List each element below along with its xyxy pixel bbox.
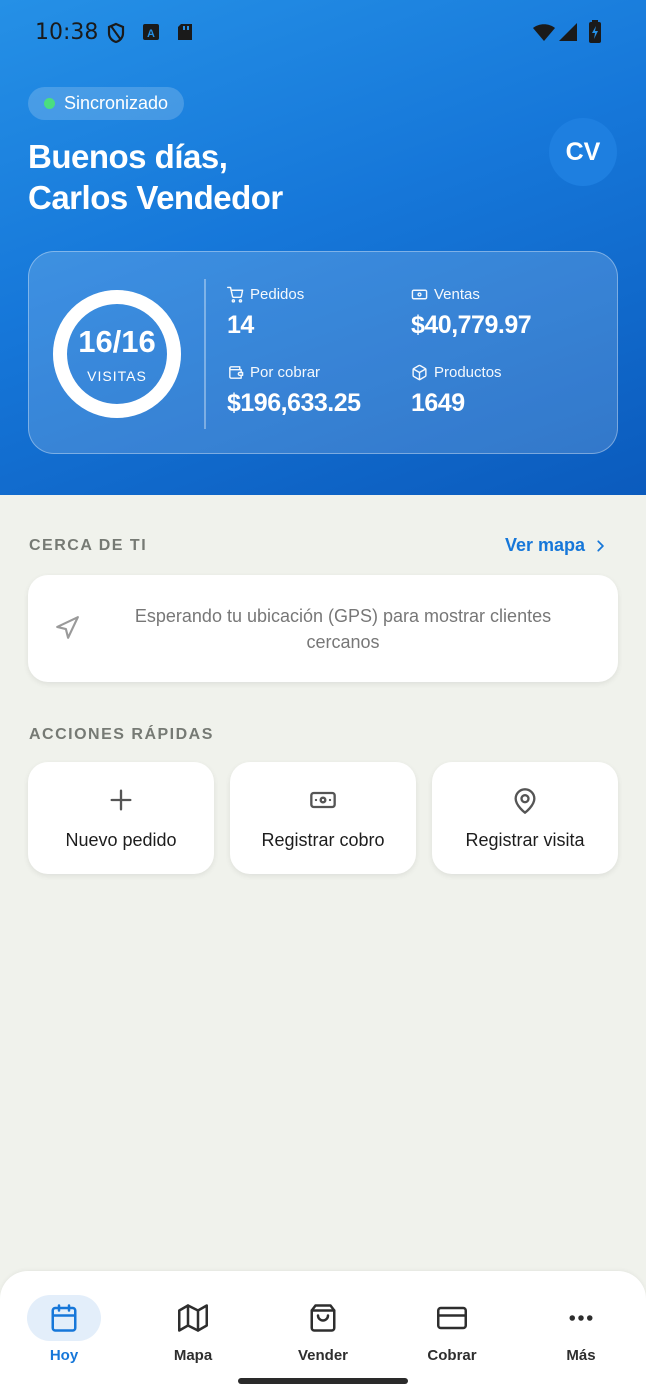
stat-por-cobrar: Por cobrar $196,633.25 — [227, 364, 361, 418]
avatar[interactable]: CV — [549, 118, 617, 186]
cash-icon — [310, 791, 336, 809]
nav-item-cobrar[interactable]: Cobrar — [397, 1295, 507, 1364]
cash-icon — [411, 289, 428, 300]
greeting: Buenos días, Carlos Vendedor — [28, 136, 283, 218]
visits-value: 16/16 — [78, 324, 156, 359]
stats-divider — [204, 279, 206, 429]
app-a-icon: A — [142, 22, 160, 47]
calendar-icon — [51, 1304, 77, 1332]
view-map-label: Ver mapa — [505, 535, 586, 555]
nav-label-vender: Vender — [297, 1347, 349, 1364]
package-icon — [412, 364, 427, 381]
gps-message: Esperando tu ubicación (GPS) para mostra… — [134, 606, 552, 652]
register-payment-label: Registrar cobro — [261, 830, 385, 850]
greeting-line1: Buenos días, — [28, 138, 228, 175]
wallet-icon — [229, 366, 244, 379]
por-cobrar-label: Por cobrar — [250, 364, 321, 381]
nav-item-hoy[interactable]: Hoy — [9, 1295, 119, 1364]
new-order-button[interactable]: Nuevo pedido — [28, 762, 214, 874]
nearby-section-title: CERCA DE TI — [29, 537, 148, 554]
plus-icon — [110, 789, 132, 811]
navigation-arrow-icon — [56, 616, 79, 639]
nav-label-cobrar: Cobrar — [427, 1347, 477, 1364]
quick-actions-title: ACCIONES RÁPIDAS — [29, 726, 214, 743]
nav-label-mas: Más — [566, 1347, 596, 1364]
status-bar: 10:38 A — [0, 0, 646, 66]
status-time: 10:38 — [35, 20, 99, 45]
nav-item-mapa[interactable]: Mapa — [138, 1295, 248, 1364]
more-icon — [569, 1315, 593, 1321]
stat-ventas: Ventas $40,779.97 — [411, 286, 532, 340]
header: 10:38 A Sincronizado Buenos días, Carlos… — [0, 0, 646, 495]
nav-label-mapa: Mapa — [173, 1347, 213, 1364]
cart-icon — [227, 286, 244, 303]
svg-text:A: A — [147, 28, 155, 40]
wifi-icon — [532, 22, 556, 47]
chevron-right-icon — [597, 539, 604, 552]
gps-waiting-card: Esperando tu ubicación (GPS) para mostra… — [28, 575, 618, 682]
map-pin-icon — [514, 788, 536, 814]
stats-card: 16/16 VISITAS Pedidos 14 Ventas $40,779.… — [28, 251, 618, 454]
productos-label: Productos — [434, 364, 502, 381]
sd-card-icon — [176, 22, 194, 47]
new-order-label: Nuevo pedido — [65, 830, 177, 850]
home-indicator[interactable] — [238, 1378, 408, 1384]
register-visit-button[interactable]: Registrar visita — [432, 762, 618, 874]
sync-label: Sincronizado — [64, 93, 169, 113]
sync-dot — [44, 98, 55, 109]
register-payment-button[interactable]: Registrar cobro — [230, 762, 416, 874]
battery-icon — [588, 20, 602, 49]
productos-value: 1649 — [411, 389, 465, 417]
register-visit-label: Registrar visita — [465, 830, 585, 850]
greeting-line2: Carlos Vendedor — [28, 179, 283, 216]
shopping-bag-icon — [310, 1304, 336, 1332]
nav-label-hoy: Hoy — [49, 1347, 79, 1364]
visits-label: VISITAS — [87, 368, 147, 384]
signal-icon — [558, 22, 578, 47]
view-map-link[interactable]: Ver mapa — [505, 535, 607, 556]
ventas-label: Ventas — [434, 286, 480, 303]
credit-card-icon — [437, 1306, 467, 1330]
pedidos-value: 14 — [227, 311, 254, 339]
stat-productos: Productos 1649 — [411, 364, 502, 418]
ventas-value: $40,779.97 — [411, 311, 532, 339]
por-cobrar-value: $196,633.25 — [227, 389, 361, 417]
stat-pedidos: Pedidos 14 — [227, 286, 304, 340]
map-icon — [178, 1304, 208, 1332]
pedidos-label: Pedidos — [250, 286, 305, 303]
shield-icon — [106, 22, 126, 49]
nav-item-mas[interactable]: Más — [526, 1295, 636, 1364]
sync-status-badge: Sincronizado — [28, 87, 185, 120]
nav-item-vender[interactable]: Vender — [268, 1295, 378, 1364]
